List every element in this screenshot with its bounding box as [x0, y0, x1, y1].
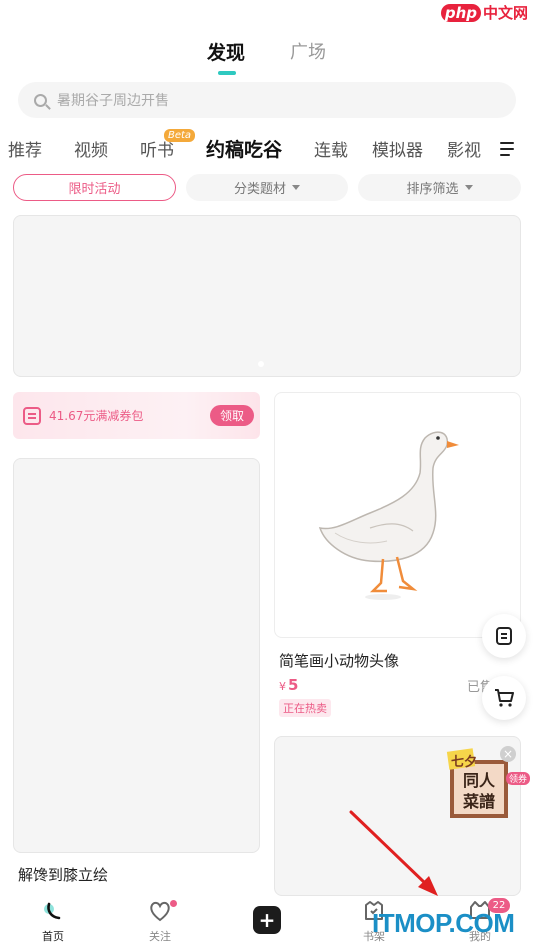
search-placeholder: 暑期谷子周边开售 — [57, 93, 169, 109]
filter-sort[interactable]: 排序筛选 — [358, 174, 521, 201]
coupon-card[interactable]: 41.67元满减券包 领取 — [13, 392, 260, 439]
nav-label: 关注 — [149, 930, 171, 943]
category-tab-simulator[interactable]: 模拟器 — [372, 136, 423, 161]
nav-follow[interactable]: 关注 — [130, 896, 190, 950]
goose-illustration — [318, 431, 459, 600]
menu-icon[interactable] — [500, 142, 514, 160]
search-input[interactable]: 暑期谷子周边开售 — [18, 82, 516, 118]
coupon-icon — [23, 406, 41, 425]
carousel-dot — [258, 361, 264, 367]
currency-symbol: ¥ — [279, 680, 286, 693]
banner-carousel[interactable] — [13, 215, 521, 377]
coupon-text: 41.67元满减券包 — [49, 409, 144, 423]
hot-sale-tag: 正在热卖 — [279, 699, 331, 717]
product-price: ¥5 — [279, 676, 298, 694]
filter-label: 限时活动 — [68, 182, 121, 197]
filter-bar: 限时活动 分类题材 排序筛选 — [0, 174, 534, 202]
beta-badge: Beta — [164, 129, 196, 142]
cart-icon — [495, 689, 514, 707]
product-title[interactable]: 解馋到膝立绘 — [18, 864, 108, 885]
filter-limited-event[interactable]: 限时活动 — [13, 174, 176, 201]
category-tab-serial[interactable]: 连载 — [314, 136, 348, 161]
category-tab-recommend[interactable]: 推荐 — [8, 136, 42, 161]
plus-icon: + — [253, 906, 281, 934]
promo-line2: 菜譜 — [463, 792, 496, 811]
nav-label: 首页 — [42, 930, 64, 943]
caret-down-icon — [292, 185, 300, 190]
category-tab-film[interactable]: 影视 — [447, 136, 481, 161]
filter-category[interactable]: 分类题材 — [186, 174, 348, 201]
product-title[interactable]: 简笔画小动物头像 — [279, 650, 399, 671]
filter-label: 排序筛选 — [406, 182, 459, 197]
caret-down-icon — [464, 185, 473, 190]
tab-active-indicator — [218, 71, 236, 75]
watermark-php: php 中文网 — [440, 2, 528, 23]
notes-float-button[interactable] — [482, 614, 526, 658]
note-icon — [496, 627, 512, 645]
nav-home[interactable]: 首页 — [23, 896, 83, 950]
tab-square[interactable]: 广场 — [290, 38, 326, 64]
product-card-goose-image[interactable] — [274, 392, 521, 638]
watermark-text: 中文网 — [482, 4, 528, 22]
price-value: 5 — [288, 676, 299, 694]
notification-dot — [170, 900, 177, 907]
promo-coupon-tag: 领券 — [506, 772, 531, 785]
home-icon — [44, 902, 61, 920]
category-tabs: 推荐 视频 听书 Beta 约稿吃谷 连载 模拟器 影视 — [0, 129, 534, 168]
product-card-image[interactable] — [13, 458, 260, 853]
claim-button[interactable]: 领取 — [210, 405, 254, 426]
cart-float-button[interactable] — [482, 676, 526, 720]
top-tabs: 发现 广场 — [0, 38, 534, 78]
category-tab-commission[interactable]: 约稿吃谷 — [206, 135, 282, 162]
filter-label: 分类题材 — [233, 182, 286, 197]
tab-discover[interactable]: 发现 — [207, 38, 245, 65]
nav-create[interactable]: + — [237, 896, 297, 950]
search-icon — [34, 93, 47, 107]
category-tab-video[interactable]: 视频 — [74, 136, 108, 161]
watermark-itmop: ITMOP.COM — [372, 908, 515, 938]
close-icon[interactable]: × — [500, 746, 516, 762]
watermark-badge: php — [440, 3, 481, 22]
